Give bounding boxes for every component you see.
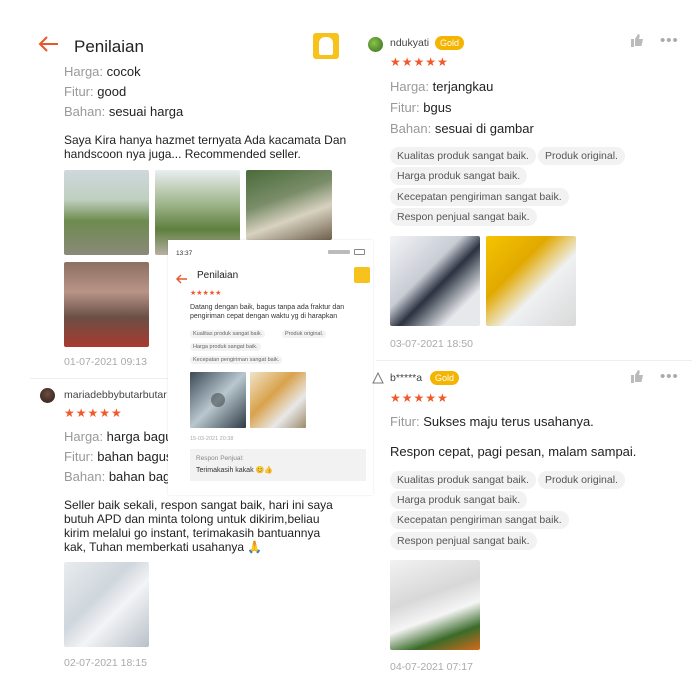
- review-tag: Harga produk sangat baik.: [390, 491, 528, 509]
- review-photo[interactable]: [250, 372, 306, 428]
- review-photo[interactable]: [64, 562, 149, 647]
- attr-bahan: Bahan: bahan bagus: [64, 469, 185, 484]
- attr-harga: Harga: cocok: [64, 64, 141, 79]
- right-review-panel: ndukyati Gold ••• ★★★★★ Harga: terjangka…: [368, 0, 700, 700]
- seller-response-label: Respon Penjual:: [196, 455, 244, 462]
- review-photo[interactable]: [486, 236, 576, 326]
- reviewer-name[interactable]: b*****a: [390, 372, 422, 384]
- status-time: 13:37: [176, 250, 193, 257]
- review-date: 02-07-2021 18:15: [64, 657, 147, 669]
- review-tag: Harga produk sangat baik.: [390, 167, 528, 185]
- review-text-line: handscoon nya juga... Recommended seller…: [64, 147, 301, 161]
- avatar[interactable]: [40, 388, 55, 403]
- rating-stars: ★★★★★: [390, 55, 449, 69]
- review-photo[interactable]: [390, 236, 480, 326]
- review-photo[interactable]: [64, 170, 149, 255]
- attr-fitur: Fitur: bgus: [390, 100, 452, 115]
- inset-title: Penilaian: [197, 270, 239, 281]
- review-text-line: kirim melalui go instant, terimakasih ba…: [64, 526, 321, 540]
- more-icon[interactable]: •••: [660, 32, 679, 49]
- review-photo[interactable]: [64, 262, 149, 347]
- attr-fitur: Fitur: Sukses maju terus usahanya.: [390, 414, 594, 429]
- gold-badge: Gold: [430, 371, 460, 385]
- divider: [30, 378, 170, 379]
- review-tag: Respon penjual sangat baik.: [390, 532, 537, 550]
- rating-stars: ★★★★★: [190, 290, 222, 297]
- attr-harga: Harga: terjangkau: [390, 79, 494, 94]
- review-tag: Kualitas produk sangat baik.: [390, 147, 536, 165]
- review-text-line: pengiriman cepat dengan waktu yg di hara…: [190, 313, 338, 320]
- gold-badge: Gold: [435, 36, 465, 50]
- review-text-line: kak, Tuhan memberkati usahanya 🙏: [64, 540, 263, 554]
- review-tag: Kualitas produk sangat baik.: [190, 330, 266, 338]
- attr-harga: Harga: harga bagus: [64, 429, 179, 444]
- rating-stars: ★★★★★: [390, 391, 449, 405]
- review-text-line: Datang dengan baik, bagus tanpa ada frak…: [190, 304, 345, 311]
- review-date: 01-07-2021 09:13: [64, 356, 147, 368]
- thumbs-up-icon[interactable]: [630, 370, 644, 386]
- review-text-line: Seller baik sekali, respon sangat baik, …: [64, 498, 333, 512]
- avatar[interactable]: [368, 37, 383, 52]
- back-arrow-icon[interactable]: [38, 33, 60, 59]
- page-title: Penilaian: [74, 37, 144, 56]
- review-tag: Respon penjual sangat baik.: [390, 208, 537, 226]
- reviewer-name[interactable]: mariadebbybutarbutar: [64, 389, 167, 401]
- review-tag: Produk original.: [538, 471, 625, 489]
- reviewer-name[interactable]: ndukyati: [390, 37, 429, 49]
- review-tag: Kecepatan pengiriman sangat baik.: [390, 511, 569, 529]
- avatar[interactable]: [372, 371, 384, 384]
- review-tag: Produk original.: [538, 147, 625, 165]
- review-tag: Kecepatan pengiriman sangat baik.: [390, 188, 569, 206]
- review-date: 03-07-2021 18:50: [390, 338, 473, 350]
- review-date: 15-03-2021 20:38: [190, 436, 234, 442]
- review-date: 04-07-2021 07:17: [390, 661, 473, 673]
- play-icon[interactable]: [211, 393, 225, 407]
- status-icons: [328, 249, 366, 255]
- seller-response-text: Terimakasih kakak 😊👍: [196, 467, 273, 474]
- seller-response-box: Respon Penjual: Terimakasih kakak 😊👍: [190, 449, 366, 481]
- review-text: Respon cepat, pagi pesan, malam sampai.: [390, 444, 637, 459]
- attr-fitur: Fitur: bahan bagus: [64, 449, 173, 464]
- review-photo[interactable]: [246, 170, 332, 240]
- review-tag: Produk original.: [282, 330, 327, 338]
- thumbs-up-icon[interactable]: [630, 34, 644, 50]
- inset-screenshot: 13:37 Penilaian ★★★★★ Datang dengan baik…: [168, 240, 373, 495]
- divider: [376, 360, 692, 361]
- shop-logo-icon[interactable]: [313, 33, 339, 59]
- review-photo[interactable]: [190, 372, 246, 428]
- attr-bahan: Bahan: sesuai di gambar: [390, 121, 534, 136]
- back-arrow-icon[interactable]: [176, 271, 188, 289]
- review-tag: Kecepatan pengiriman sangat baik.: [190, 356, 283, 364]
- rating-stars: ★★★★★: [64, 406, 123, 420]
- review-tag: Kualitas produk sangat baik.: [390, 471, 536, 489]
- attr-fitur: Fitur: good: [64, 84, 127, 99]
- attr-bahan: Bahan: sesuai harga: [64, 104, 184, 119]
- review-photo[interactable]: [390, 560, 480, 650]
- more-icon[interactable]: •••: [660, 368, 679, 385]
- review-text-line: butuh APD dan minta tolong untuk dikirim…: [64, 512, 320, 526]
- review-tag: Harga produk sangat baik.: [190, 343, 261, 351]
- review-text-line: Saya Kira hanya hazmet ternyata Ada kaca…: [64, 133, 347, 147]
